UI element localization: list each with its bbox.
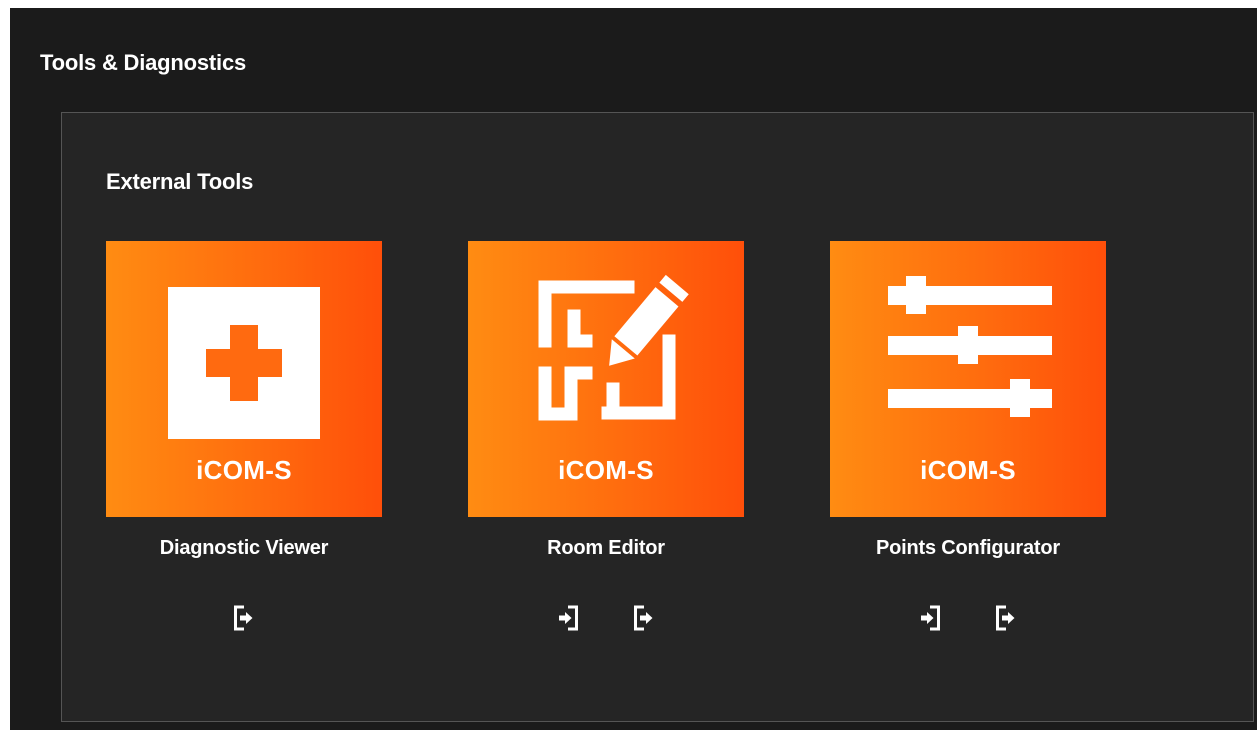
tile-brand-label: iCOM-S (196, 455, 292, 485)
points-configurator-tile[interactable]: iCOM-S (830, 241, 1106, 517)
tool-card-room-editor: iCOM-S Room Editor (468, 241, 744, 632)
import-icon[interactable] (919, 604, 941, 632)
room-editor-tile[interactable]: iCOM-S (468, 241, 744, 517)
tool-name-room-editor: Room Editor (547, 537, 665, 559)
external-tools-panel: External Tools iCOM-S Diagnostic Viewer (61, 112, 1254, 722)
tool-card-points-configurator: iCOM-S Points Configurator (830, 241, 1106, 632)
tool-name-points-configurator: Points Configurator (876, 537, 1060, 559)
tool-name-diagnostic-viewer: Diagnostic Viewer (159, 537, 329, 559)
page-title: Tools & Diagnostics (40, 50, 247, 75)
tool-actions (106, 604, 382, 632)
tools-diagnostics-page: Tools & Diagnostics External Tools iCOM-… (10, 8, 1257, 730)
tool-card-diagnostic-viewer: iCOM-S Diagnostic Viewer (106, 241, 382, 632)
import-icon[interactable] (557, 604, 579, 632)
section-title: External Tools (106, 169, 254, 194)
tile-brand-label: iCOM-S (920, 455, 1016, 485)
diagnostic-viewer-tile[interactable]: iCOM-S (106, 241, 382, 517)
tile-brand-label: iCOM-S (558, 455, 654, 485)
export-icon[interactable] (233, 604, 255, 632)
tool-actions (468, 604, 744, 632)
export-icon[interactable] (633, 604, 655, 632)
screen: Tools & Diagnostics External Tools iCOM-… (0, 0, 1257, 730)
export-icon[interactable] (995, 604, 1017, 632)
tool-actions (830, 604, 1106, 632)
